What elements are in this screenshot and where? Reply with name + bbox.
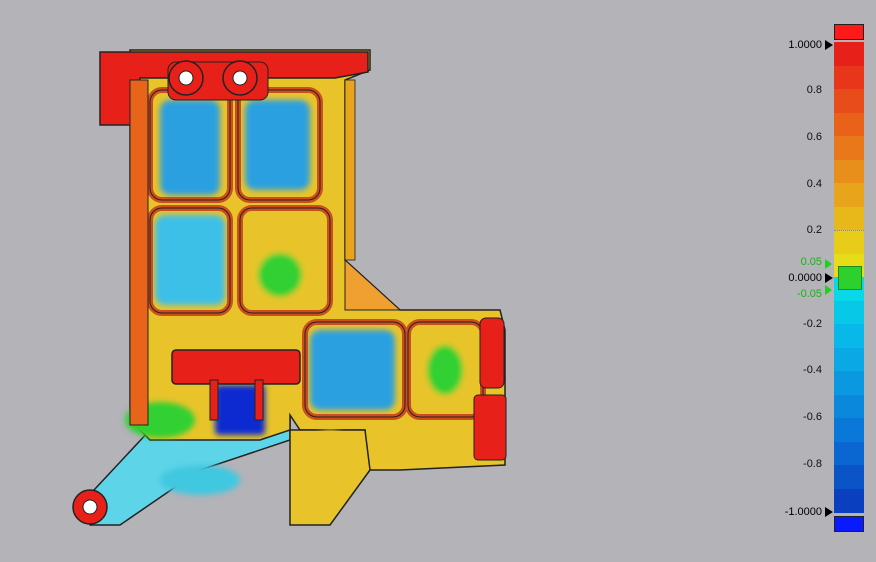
deviation-color-legend: 1.0000 0.8 0.6 0.4 0.2 0.05 0.0000 -0.05…: [760, 0, 876, 562]
color-scale-segment: [834, 394, 864, 419]
color-scale-segment: [834, 324, 864, 348]
part-deviation-map[interactable]: [0, 0, 760, 562]
color-scale-segment: [834, 465, 864, 489]
zero-value-label: 0.0000: [788, 272, 822, 284]
color-scale-segment: [834, 159, 864, 184]
tick-label-0-6: 0.6: [806, 131, 822, 143]
color-scale-segment: [834, 371, 864, 395]
color-scale-segment: [834, 488, 864, 513]
min-arrow-icon[interactable]: [825, 507, 833, 517]
tick-label-0-8: 0.8: [806, 84, 822, 96]
color-scale-segment: [834, 206, 864, 231]
color-scale-segment: [834, 230, 864, 254]
max-arrow-icon[interactable]: [825, 40, 833, 50]
lower-tolerance-label: -0.05: [796, 288, 822, 300]
tick-label-0-2: 0.2: [806, 224, 822, 236]
min-value-label: -1.0000: [784, 506, 822, 518]
color-scale-segment: [834, 42, 864, 66]
upper-tolerance-label: 0.05: [800, 256, 822, 268]
part-body: [72, 49, 507, 526]
3d-viewport[interactable]: [0, 0, 876, 562]
over-range-swatch: [834, 24, 864, 40]
tolerance-dotted-line: [834, 230, 864, 231]
tick-label-neg-0-4: -0.4: [803, 364, 822, 376]
color-scale-segment: [834, 136, 864, 160]
under-range-swatch: [834, 516, 864, 532]
zero-arrow-icon[interactable]: [825, 273, 833, 283]
color-scale-segment: [834, 183, 864, 207]
nominal-green-marker[interactable]: [838, 266, 862, 290]
color-scale-segment: [834, 112, 864, 137]
tick-label-neg-0-6: -0.6: [803, 411, 822, 423]
tick-label-neg-0-2: -0.2: [803, 318, 822, 330]
color-scale-segment: [834, 441, 864, 466]
tick-label-neg-0-8: -0.8: [803, 458, 822, 470]
lower-tolerance-arrow-icon[interactable]: [825, 285, 832, 295]
color-scale-segment: [834, 418, 864, 442]
max-value-label: 1.0000: [788, 39, 822, 51]
upper-tolerance-arrow-icon[interactable]: [825, 259, 832, 269]
color-scale-segment: [834, 89, 864, 113]
color-scale-segment: [834, 65, 864, 90]
tick-label-0-4: 0.4: [806, 178, 822, 190]
color-scale-segment: [834, 300, 864, 325]
color-scale-segment: [834, 347, 864, 372]
